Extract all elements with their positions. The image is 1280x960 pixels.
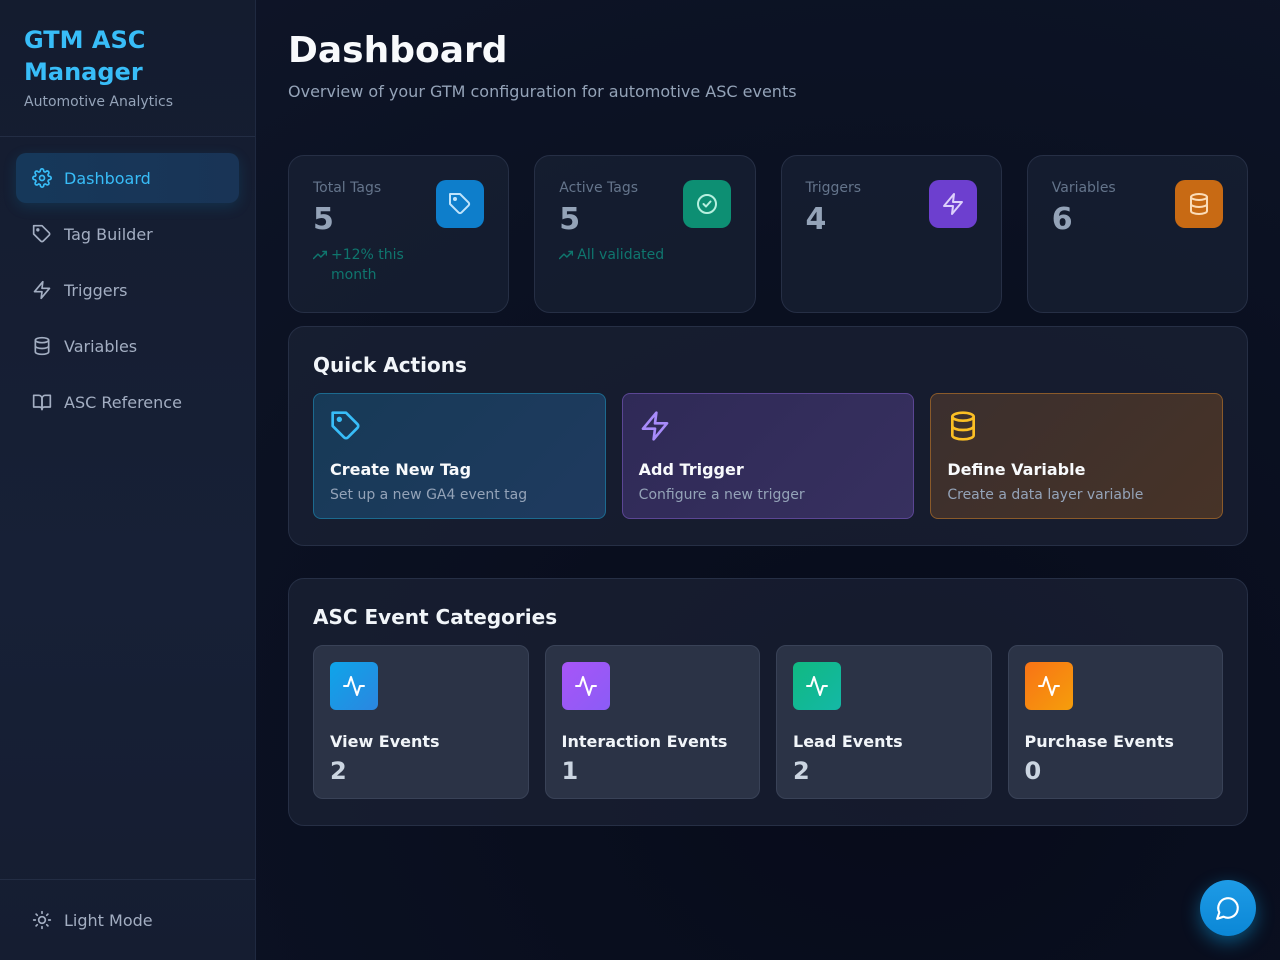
stat-icon-badge bbox=[1175, 180, 1223, 228]
quick-action-desc: Create a data layer variable bbox=[947, 487, 1144, 503]
lightning-icon bbox=[32, 280, 52, 300]
quick-action-title: Create New Tag bbox=[330, 460, 472, 479]
stat-card-triggers: Triggers 4 bbox=[780, 155, 1002, 313]
sidebar-item-triggers[interactable]: Triggers bbox=[16, 265, 239, 315]
stat-card-active-tags: Active Tags 5 All validated bbox=[534, 155, 756, 313]
sidebar-item-dashboard[interactable]: Dashboard bbox=[16, 153, 239, 203]
sidebar-footer: Light Mode bbox=[0, 879, 255, 960]
sidebar-nav: Dashboard Tag Builder Triggers Variables bbox=[0, 137, 255, 449]
quick-action-title: Define Variable bbox=[947, 460, 1086, 479]
stat-icon-badge bbox=[436, 180, 485, 228]
main-content: Dashboard Overview of your GTM configura… bbox=[288, 0, 1248, 826]
quick-action-title: Add Trigger bbox=[638, 460, 744, 479]
stat-icon-badge bbox=[682, 180, 731, 228]
stat-trend-text: +12% this month bbox=[331, 247, 404, 283]
check-circle-icon bbox=[695, 192, 719, 216]
sidebar-item-asc-reference[interactable]: ASC Reference bbox=[16, 377, 239, 427]
stat-trend: +12% this month bbox=[312, 245, 484, 285]
category-count: 1 bbox=[561, 757, 579, 785]
stat-card-variables: Variables 6 bbox=[1026, 155, 1248, 313]
trending-up-icon bbox=[312, 248, 328, 262]
quick-actions-title: Quick Actions bbox=[313, 353, 467, 377]
category-card-purchase[interactable]: Purchase Events 0 bbox=[1007, 645, 1223, 799]
database-icon bbox=[947, 410, 979, 442]
stats-row: Total Tags 5 +12% this month Active Tags… bbox=[288, 155, 1248, 313]
sun-icon bbox=[32, 910, 52, 930]
stat-card-total-tags: Total Tags 5 +12% this month bbox=[288, 155, 510, 313]
category-name: Interaction Events bbox=[561, 732, 728, 751]
category-count: 0 bbox=[1024, 757, 1042, 785]
database-icon bbox=[1187, 192, 1211, 216]
category-icon-badge bbox=[330, 662, 378, 710]
quick-actions-row: Create New Tag Set up a new GA4 event ta… bbox=[313, 393, 1224, 519]
event-categories-panel: ASC Event Categories View Events 2 Inter… bbox=[288, 578, 1248, 826]
category-count: 2 bbox=[793, 757, 810, 785]
quick-action-desc: Configure a new trigger bbox=[638, 487, 805, 503]
tag-icon bbox=[330, 410, 362, 442]
sidebar-item-label: Dashboard bbox=[64, 168, 151, 188]
category-name: Purchase Events bbox=[1024, 732, 1174, 751]
category-name: View Events bbox=[330, 732, 440, 751]
trending-up-icon bbox=[559, 248, 574, 262]
event-categories-title: ASC Event Categories bbox=[313, 605, 558, 629]
activity-icon bbox=[342, 674, 366, 698]
tag-icon bbox=[32, 224, 52, 244]
category-name: Lead Events bbox=[793, 732, 903, 751]
sidebar: GTM ASC Manager Automotive Analytics Das… bbox=[0, 0, 256, 960]
sidebar-item-variables[interactable]: Variables bbox=[16, 321, 239, 371]
stat-icon-badge bbox=[928, 180, 977, 228]
light-mode-label: Light Mode bbox=[64, 910, 153, 930]
brand: GTM ASC Manager Automotive Analytics bbox=[0, 0, 255, 137]
page-title: Dashboard bbox=[288, 30, 508, 71]
chat-bubble-icon bbox=[1215, 895, 1241, 921]
sidebar-item-label: ASC Reference bbox=[64, 392, 182, 412]
tag-icon bbox=[448, 192, 472, 216]
category-card-lead[interactable]: Lead Events 2 bbox=[776, 645, 992, 799]
book-icon bbox=[32, 392, 52, 412]
quick-action-desc: Set up a new GA4 event tag bbox=[330, 487, 528, 503]
brand-subtitle: Automotive Analytics bbox=[24, 94, 174, 110]
sidebar-item-tag-builder[interactable]: Tag Builder bbox=[16, 209, 239, 259]
event-categories-row: View Events 2 Interaction Events 1 Lead … bbox=[313, 645, 1223, 799]
category-icon-badge bbox=[561, 662, 610, 710]
database-icon bbox=[32, 336, 52, 356]
lightning-icon bbox=[639, 410, 671, 442]
activity-icon bbox=[1037, 674, 1061, 698]
brand-title: GTM ASC Manager bbox=[24, 26, 146, 86]
category-card-view[interactable]: View Events 2 bbox=[313, 645, 529, 799]
define-variable-button[interactable]: Define Variable Create a data layer vari… bbox=[930, 393, 1224, 519]
quick-actions-panel: Quick Actions Create New Tag Set up a ne… bbox=[288, 326, 1248, 546]
sidebar-item-label: Triggers bbox=[64, 280, 128, 300]
sidebar-item-label: Tag Builder bbox=[64, 224, 153, 244]
app-root: GTM ASC Manager Automotive Analytics Das… bbox=[0, 0, 1280, 960]
sidebar-item-label: Variables bbox=[64, 336, 138, 356]
create-new-tag-button[interactable]: Create New Tag Set up a new GA4 event ta… bbox=[313, 393, 606, 519]
stat-trend: All validated bbox=[559, 245, 730, 265]
page-subtitle: Overview of your GTM configuration for a… bbox=[288, 82, 797, 101]
activity-icon bbox=[805, 674, 829, 698]
activity-icon bbox=[574, 674, 598, 698]
lightning-icon bbox=[941, 192, 965, 216]
category-count: 2 bbox=[330, 757, 347, 785]
gear-icon bbox=[32, 168, 52, 188]
light-mode-toggle[interactable]: Light Mode bbox=[16, 895, 239, 945]
stat-trend-text: All validated bbox=[577, 247, 665, 263]
add-trigger-button[interactable]: Add Trigger Configure a new trigger bbox=[621, 393, 915, 519]
category-icon-badge bbox=[793, 662, 841, 710]
chat-button[interactable] bbox=[1200, 880, 1256, 936]
category-icon-badge bbox=[1024, 662, 1073, 710]
category-card-interaction[interactable]: Interaction Events 1 bbox=[544, 645, 760, 799]
